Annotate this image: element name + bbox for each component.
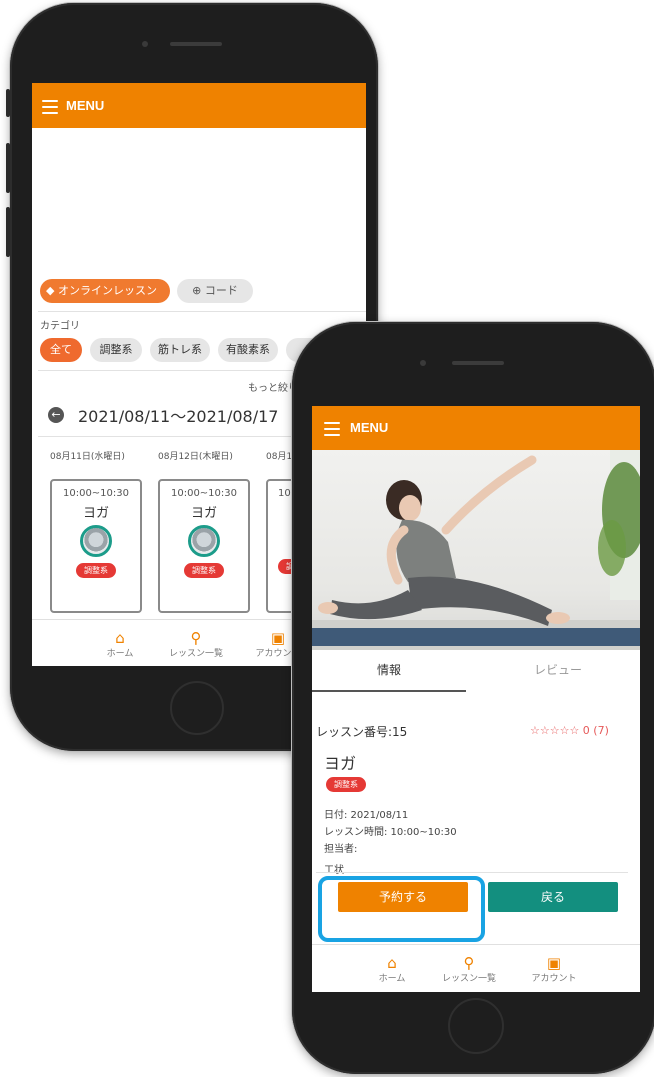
day-header: 08月11日(水曜日) bbox=[50, 452, 125, 462]
back-button[interactable]: 戻る bbox=[488, 882, 618, 912]
app-bar: MENU bbox=[312, 406, 640, 450]
lesson-time: レッスン時間: 10:00~10:30 bbox=[324, 827, 457, 838]
online-lesson-filter-chip[interactable]: ◆ オンラインレッスン bbox=[40, 279, 170, 303]
yoga-illustration bbox=[312, 450, 640, 650]
divider bbox=[38, 311, 366, 312]
code-filter-chip[interactable]: ⊕ コード bbox=[177, 279, 253, 303]
nav-lessons-label: レッスン一覧 bbox=[168, 649, 223, 659]
tab-review-label: レビュー bbox=[533, 663, 582, 677]
nav-home[interactable]: ⌂ ホーム bbox=[362, 955, 422, 984]
hamburger-menu-icon[interactable] bbox=[324, 422, 340, 440]
hamburger-menu-icon[interactable] bbox=[42, 100, 58, 118]
lesson-card[interactable]: 10:00~10:30 ヨガ 調整系 bbox=[50, 479, 142, 613]
tab-info-label: 情報 bbox=[376, 663, 401, 677]
rating: ☆☆☆☆☆ 0 (7) bbox=[530, 724, 609, 737]
right-phone-frame: MENU 情報 レビュー レッスン番号:15 ☆☆☆☆☆ 0 (7) ヨガ 調整… bbox=[292, 322, 654, 1074]
lesson-number: レッスン番号:15 bbox=[316, 725, 408, 739]
menu-label: MENU bbox=[350, 420, 389, 435]
left-phone-volume-up bbox=[6, 143, 10, 193]
left-phone-side-button bbox=[6, 89, 10, 117]
app-bar: MENU bbox=[32, 83, 366, 128]
nav-home-label: ホーム bbox=[106, 649, 134, 659]
menu-label: MENU bbox=[66, 98, 105, 113]
nav-lessons-label: レッスン一覧 bbox=[441, 974, 496, 984]
prev-week-icon[interactable]: ← bbox=[48, 407, 64, 423]
code-filter-label: コード bbox=[204, 284, 238, 297]
lesson-title: ヨガ bbox=[82, 506, 109, 521]
lesson-card[interactable]: 10:00~10:30 ヨガ 調整系 bbox=[158, 479, 250, 613]
nav-lessons[interactable]: ⚲ レッスン一覧 bbox=[432, 955, 506, 984]
category-chip-cardio[interactable]: 有酸素系 bbox=[218, 338, 278, 362]
day-header: 08月12日(木曜日) bbox=[158, 452, 233, 462]
reserve-button-highlight bbox=[318, 876, 485, 942]
category-label: カテゴリ bbox=[40, 321, 80, 332]
lesson-title: ヨガ bbox=[324, 754, 357, 773]
instructor-avatar bbox=[80, 525, 112, 557]
left-phone-volume-down bbox=[6, 207, 10, 257]
left-phone-camera bbox=[142, 41, 148, 47]
lesson-time: 10:00~10:30 bbox=[170, 488, 237, 499]
right-phone-home-button[interactable] bbox=[448, 998, 504, 1054]
lesson-date: 日付: 2021/08/11 bbox=[324, 810, 409, 821]
day-header: 08月1 bbox=[266, 452, 293, 462]
partial-label: 工状 bbox=[324, 865, 344, 876]
home-icon: ⌂ bbox=[387, 954, 397, 972]
date-range: 2021/08/11～2021/08/17 bbox=[78, 407, 279, 426]
online-icon: ◆ bbox=[46, 284, 55, 297]
online-filter-label: オンラインレッスン bbox=[57, 284, 157, 297]
nav-account-label: アカウント bbox=[531, 974, 577, 984]
search-icon: ⚲ bbox=[190, 629, 202, 647]
lesson-title: ヨガ bbox=[190, 506, 217, 521]
instructor-label: 担当者: bbox=[324, 844, 358, 855]
bottom-nav: ⌂ ホーム ⚲ レッスン一覧 ▣ アカウント bbox=[312, 944, 640, 992]
nav-home-label: ホーム bbox=[378, 974, 406, 984]
search-icon: ⚲ bbox=[463, 954, 475, 972]
tab-review[interactable]: レビュー bbox=[476, 650, 640, 690]
more-filter-link[interactable]: もっと絞り bbox=[248, 379, 298, 394]
left-phone-home-button[interactable] bbox=[170, 681, 224, 735]
category-tag: 調整系 bbox=[184, 563, 224, 578]
right-phone-camera bbox=[420, 360, 426, 366]
category-chip-strength[interactable]: 筋トレ系 bbox=[150, 338, 210, 362]
category-chip-all[interactable]: 全て bbox=[40, 338, 82, 362]
lesson-time: 10:00~10:30 bbox=[62, 488, 129, 499]
lesson-hero-image bbox=[312, 450, 640, 650]
category-tag: 調整系 bbox=[76, 563, 116, 578]
divider bbox=[316, 872, 628, 873]
tab-info[interactable]: 情報 bbox=[312, 650, 466, 692]
account-icon: ▣ bbox=[546, 954, 562, 972]
instructor-avatar bbox=[188, 525, 220, 557]
left-phone-speaker bbox=[170, 42, 222, 46]
right-phone-speaker bbox=[452, 361, 504, 365]
nav-home[interactable]: ⌂ ホーム bbox=[90, 630, 150, 659]
nav-account[interactable]: ▣ アカウント bbox=[518, 955, 590, 984]
nav-lessons[interactable]: ⚲ レッスン一覧 bbox=[160, 630, 232, 659]
category-chip-adjust[interactable]: 調整系 bbox=[90, 338, 142, 362]
category-tag: 調整系 bbox=[326, 777, 366, 792]
code-icon: ⊕ bbox=[192, 284, 202, 297]
home-icon: ⌂ bbox=[115, 629, 125, 647]
